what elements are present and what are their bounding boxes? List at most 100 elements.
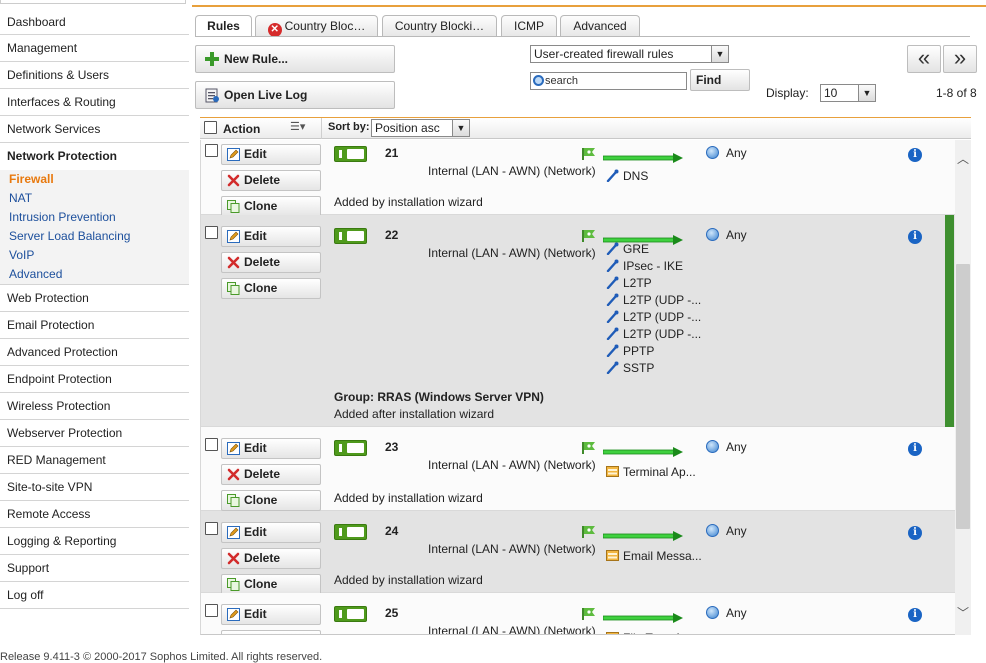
row-select-checkbox[interactable] <box>205 144 218 157</box>
rule-filter-select[interactable]: User-created firewall rules ▼ <box>530 45 729 63</box>
tab-country-blocking[interactable]: ✕ Country Bloc… <box>255 15 378 37</box>
nav-wireless-protection[interactable]: Wireless Protection <box>0 393 189 420</box>
search-input[interactable]: search <box>530 72 687 90</box>
subnav-server-load-balancing[interactable]: Server Load Balancing <box>0 227 189 246</box>
nav-red-management[interactable]: RED Management <box>0 447 189 474</box>
row-select-checkbox[interactable] <box>205 226 218 239</box>
subnav-voip[interactable]: VoIP <box>0 246 189 265</box>
action-column-header: Action <box>223 122 261 136</box>
previous-page-button[interactable]: « <box>907 45 941 73</box>
delete-button[interactable]: Delete <box>221 252 321 273</box>
column-menu-icon[interactable]: ☰▾ <box>290 120 305 133</box>
new-rule-button[interactable]: New Rule... <box>195 45 395 73</box>
nav-site-to-site-vpn[interactable]: Site-to-site VPN <box>0 474 189 501</box>
delete-button[interactable]: Delete <box>221 548 321 569</box>
table-row[interactable]: EditDeleteClone25AnyInternal (LAN - AWN)… <box>201 593 955 634</box>
rule-enable-toggle[interactable] <box>334 440 367 456</box>
service-label: PPTP <box>623 344 655 358</box>
service-item[interactable]: L2TP (UDP -... <box>606 326 701 343</box>
rule-enable-toggle[interactable] <box>334 146 367 162</box>
display-count-select[interactable]: 10 ▼ <box>820 84 876 102</box>
subnav-firewall[interactable]: Firewall <box>0 170 189 189</box>
service-icon <box>606 276 619 289</box>
tab-icmp[interactable]: ICMP <box>501 15 557 37</box>
table-row[interactable]: Edit Delete Clone 22 Any Internal (LAN - AWN)… <box>201 215 955 427</box>
rule-enable-toggle[interactable] <box>334 524 367 540</box>
subnav-nat[interactable]: NAT <box>0 189 189 208</box>
scroll-thumb[interactable] <box>956 264 970 529</box>
service-item[interactable]: PPTP <box>606 343 654 360</box>
open-live-log-button[interactable]: Open Live Log <box>195 81 395 109</box>
nav-log-off[interactable]: Log off <box>0 582 189 609</box>
info-icon[interactable]: i <box>908 526 922 540</box>
row-select-checkbox[interactable] <box>205 438 218 451</box>
info-icon[interactable]: i <box>908 148 922 162</box>
edit-button[interactable]: Edit <box>221 144 321 165</box>
delete-button[interactable]: Delete <box>221 464 321 485</box>
service-item[interactable]: SSTP <box>606 360 654 377</box>
nav-network-services[interactable]: Network Services <box>0 116 189 143</box>
nav-web-protection[interactable]: Web Protection <box>0 285 189 312</box>
rule-enable-toggle[interactable] <box>334 228 367 244</box>
service-item[interactable]: IPsec - IKE <box>606 258 683 275</box>
clone-button[interactable]: Clone <box>221 490 321 511</box>
service-item[interactable]: DNS <box>606 168 648 185</box>
service-icon <box>606 259 619 272</box>
info-icon[interactable]: i <box>908 230 922 244</box>
delete-button[interactable]: Delete <box>221 630 321 634</box>
nav-email-protection[interactable]: Email Protection <box>0 312 189 339</box>
row-select-checkbox[interactable] <box>205 604 218 617</box>
service-item[interactable]: File Transfer... <box>606 630 699 634</box>
service-item[interactable]: GRE <box>606 241 649 258</box>
nav-logging-reporting[interactable]: Logging & Reporting <box>0 528 189 555</box>
globe-icon <box>706 146 719 159</box>
rule-enable-toggle[interactable] <box>334 606 367 622</box>
nav-endpoint-protection[interactable]: Endpoint Protection <box>0 366 189 393</box>
edit-button[interactable]: Edit <box>221 438 321 459</box>
edit-button[interactable]: Edit <box>221 604 321 625</box>
flag-icon <box>582 230 595 242</box>
delete-button[interactable]: Delete <box>221 170 321 191</box>
sort-select[interactable]: Position asc ▼ <box>371 119 470 137</box>
service-item[interactable]: Terminal Ap... <box>606 464 696 481</box>
nav-remote-access[interactable]: Remote Access <box>0 501 189 528</box>
nav-dashboard[interactable]: Dashboard <box>0 0 189 35</box>
flag-icon <box>582 526 595 538</box>
nav-advanced-protection[interactable]: Advanced Protection <box>0 339 189 366</box>
scroll-down-icon[interactable]: ﹀ <box>955 604 971 620</box>
nav-network-protection[interactable]: Network Protection <box>0 143 189 170</box>
nav-management[interactable]: Management <box>0 35 189 62</box>
clone-button[interactable]: Clone <box>221 278 321 299</box>
info-icon[interactable]: i <box>908 608 922 622</box>
find-button[interactable]: Find <box>690 69 750 91</box>
edit-button[interactable]: Edit <box>221 226 321 247</box>
table-scrollbar[interactable]: ︿ ﹀ <box>955 140 971 635</box>
table-row[interactable]: Edit Delete Clone 21 Any Internal (LAN - AWN)… <box>201 140 955 217</box>
nav-definitions-users[interactable]: Definitions & Users <box>0 62 189 89</box>
select-all-checkbox[interactable] <box>204 121 217 134</box>
next-page-button[interactable]: » <box>943 45 977 73</box>
info-icon[interactable]: i <box>908 442 922 456</box>
clone-icon <box>227 578 240 591</box>
service-item[interactable]: L2TP <box>606 275 652 292</box>
scroll-up-icon[interactable]: ︿ <box>955 150 971 166</box>
service-item[interactable]: L2TP (UDP -... <box>606 309 701 326</box>
delete-label: Delete <box>244 633 280 634</box>
clone-button[interactable]: Clone <box>221 196 321 217</box>
tab-advanced[interactable]: Advanced <box>560 15 640 37</box>
subnav-advanced[interactable]: Advanced <box>0 265 189 284</box>
row-select-checkbox[interactable] <box>205 522 218 535</box>
subnav-intrusion-prevention[interactable]: Intrusion Prevention <box>0 208 189 227</box>
service-item[interactable]: L2TP (UDP -... <box>606 292 701 309</box>
service-item[interactable]: Email Messa... <box>606 548 702 565</box>
nav-interfaces-routing[interactable]: Interfaces & Routing <box>0 89 189 116</box>
edit-button[interactable]: Edit <box>221 522 321 543</box>
tab-country-blocking-exceptions[interactable]: Country Blocki… <box>382 15 497 37</box>
table-row[interactable]: Edit Delete Clone 24 Any Internal (LAN - AWN)… <box>201 511 955 595</box>
tab-rules[interactable]: Rules <box>195 15 252 37</box>
chevron-down-icon: ▼ <box>858 85 875 101</box>
clone-button[interactable]: Clone <box>221 574 321 595</box>
nav-support[interactable]: Support <box>0 555 189 582</box>
table-row[interactable]: Edit Delete Clone 23 Any Internal (LAN - AWN)… <box>201 427 955 511</box>
nav-webserver-protection[interactable]: Webserver Protection <box>0 420 189 447</box>
